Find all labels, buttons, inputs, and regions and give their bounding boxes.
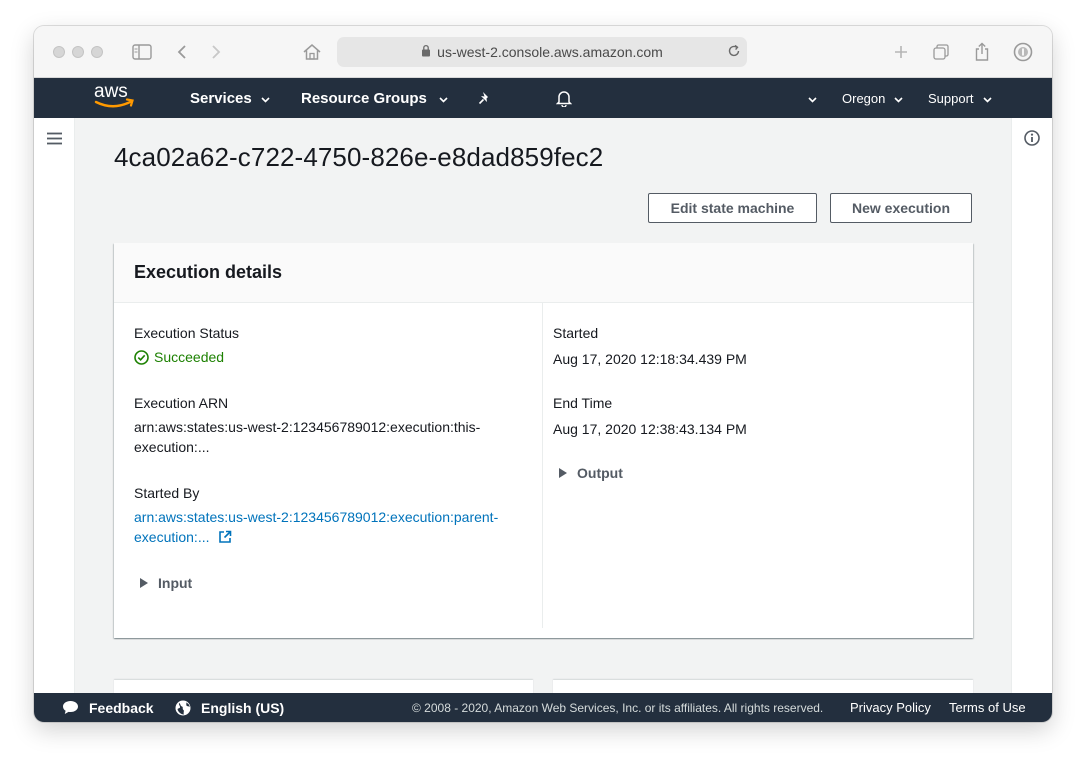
execution-arn-line-1: arn:aws:states:us-west-2:123456789012:ex… <box>134 419 481 435</box>
execution-status-label: Execution Status <box>134 325 240 341</box>
started-by-label: Started By <box>134 485 200 501</box>
pin-icon[interactable] <box>478 78 492 118</box>
output-expander[interactable]: Output <box>559 465 623 481</box>
chevron-down-icon <box>439 90 448 107</box>
password-extension-icon[interactable] <box>1011 40 1035 64</box>
status-value: Succeeded <box>154 349 225 365</box>
new-tab-icon[interactable] <box>889 40 913 64</box>
resource-groups-menu[interactable]: Resource Groups <box>301 78 448 118</box>
home-icon[interactable] <box>300 40 324 64</box>
support-label: Support <box>928 90 974 106</box>
language-label: English (US) <box>201 699 285 716</box>
reload-icon[interactable] <box>727 44 741 61</box>
started-by-link-line-1[interactable]: arn:aws:states:us-west-2:123456789012:ex… <box>134 507 534 527</box>
aws-top-nav: aws Services Resource Groups Oregon Supp… <box>34 78 1052 118</box>
started-by-field: Started By arn:aws:states:us-west-2:1234… <box>134 485 534 547</box>
left-sidebar <box>34 118 75 693</box>
output-label: Output <box>577 465 623 481</box>
share-icon[interactable] <box>970 40 994 64</box>
page-title: 4ca02a62-c722-4750-826e-e8dad859fec2 <box>114 142 604 172</box>
lower-panel-left <box>114 680 533 693</box>
end-time-label: End Time <box>553 395 613 411</box>
bell-icon[interactable] <box>556 78 572 118</box>
region-label: Oregon <box>842 90 886 106</box>
started-value: Aug 17, 2020 12:18:34.439 PM <box>553 351 747 367</box>
status-badge: Succeeded <box>134 349 239 365</box>
started-label: Started <box>553 325 599 341</box>
started-field: Started Aug 17, 2020 12:18:34.439 PM <box>553 325 747 369</box>
chevron-down-icon <box>261 90 270 107</box>
globe-icon <box>175 700 191 716</box>
console-footer: Feedback English (US) © 2008 - 2020, Ama… <box>34 693 1052 722</box>
execution-arn-label: Execution ARN <box>134 395 229 411</box>
input-label: Input <box>158 575 193 591</box>
terms-of-use-link[interactable]: Terms of Use <box>949 693 1026 722</box>
forward-icon[interactable] <box>204 40 228 64</box>
end-time-field: End Time Aug 17, 2020 12:38:43.134 PM <box>553 395 747 439</box>
main-content: 4ca02a62-c722-4750-826e-e8dad859fec2 Edi… <box>75 118 1011 693</box>
resource-groups-label: Resource Groups <box>301 89 427 107</box>
execution-details-panel: Execution details Execution Status Succe… <box>114 243 973 638</box>
end-time-value: Aug 17, 2020 12:38:43.134 PM <box>553 421 747 437</box>
back-icon[interactable] <box>170 40 194 64</box>
region-menu[interactable]: Oregon <box>842 78 903 118</box>
execution-status-field: Execution Status Succeeded <box>134 325 239 365</box>
started-by-link-line-2[interactable]: execution:... <box>134 527 210 547</box>
right-sidebar <box>1011 118 1052 693</box>
privacy-policy-link[interactable]: Privacy Policy <box>850 693 931 722</box>
check-circle-icon <box>134 349 149 365</box>
chevron-down-icon <box>894 91 903 106</box>
aws-logo[interactable]: aws <box>92 81 136 117</box>
support-menu[interactable]: Support <box>928 78 992 118</box>
browser-toolbar: us-west-2.console.aws.amazon.com <box>34 26 1052 78</box>
copyright-text: © 2008 - 2020, Amazon Web Services, Inc.… <box>412 700 824 715</box>
sidebar-toggle-icon[interactable] <box>130 40 154 64</box>
close-window-button[interactable] <box>53 46 65 58</box>
new-execution-button[interactable]: New execution <box>830 193 972 223</box>
input-expander[interactable]: Input <box>140 575 192 591</box>
url-text: us-west-2.console.aws.amazon.com <box>437 44 663 60</box>
info-icon[interactable] <box>1024 130 1040 151</box>
address-bar[interactable]: us-west-2.console.aws.amazon.com <box>337 37 747 67</box>
chevron-down-icon <box>808 91 817 106</box>
language-selector[interactable]: English (US) <box>175 693 284 722</box>
account-menu[interactable] <box>808 78 817 118</box>
execution-arn-line-2: execution:... <box>134 439 210 455</box>
zoom-window-button[interactable] <box>91 46 103 58</box>
aws-logo-text: aws <box>94 82 128 102</box>
caret-right-icon <box>140 578 148 588</box>
services-label: Services <box>190 89 252 107</box>
caret-right-icon <box>559 468 567 478</box>
external-link-icon[interactable] <box>218 530 232 544</box>
services-menu[interactable]: Services <box>190 78 270 118</box>
execution-details-heading: Execution details <box>114 243 973 303</box>
lock-icon <box>421 44 431 60</box>
browser-window: us-west-2.console.aws.amazon.com aws Ser… <box>34 26 1052 722</box>
hamburger-menu-icon[interactable] <box>47 132 62 150</box>
feedback-label: Feedback <box>89 699 154 716</box>
minimize-window-button[interactable] <box>72 46 84 58</box>
lower-panel-right <box>553 680 973 693</box>
edit-state-machine-button[interactable]: Edit state machine <box>648 193 817 223</box>
speech-bubble-icon <box>62 700 79 715</box>
column-divider <box>542 303 543 628</box>
chevron-down-icon <box>982 91 992 106</box>
tab-overview-icon[interactable] <box>929 40 953 64</box>
execution-arn-field: Execution ARN arn:aws:states:us-west-2:1… <box>134 395 534 457</box>
feedback-button[interactable]: Feedback <box>62 693 154 722</box>
